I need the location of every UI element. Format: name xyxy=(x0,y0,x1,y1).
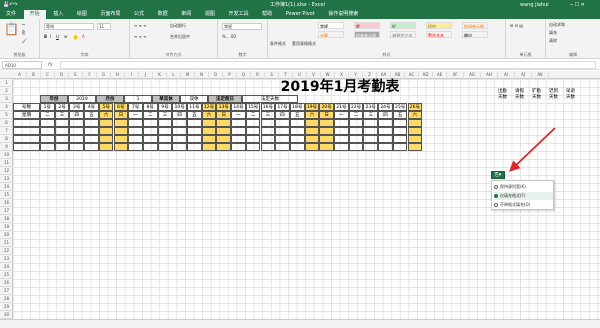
status-bar xyxy=(0,319,600,328)
annotation-arrow xyxy=(509,127,556,172)
red-arrow xyxy=(509,127,556,172)
